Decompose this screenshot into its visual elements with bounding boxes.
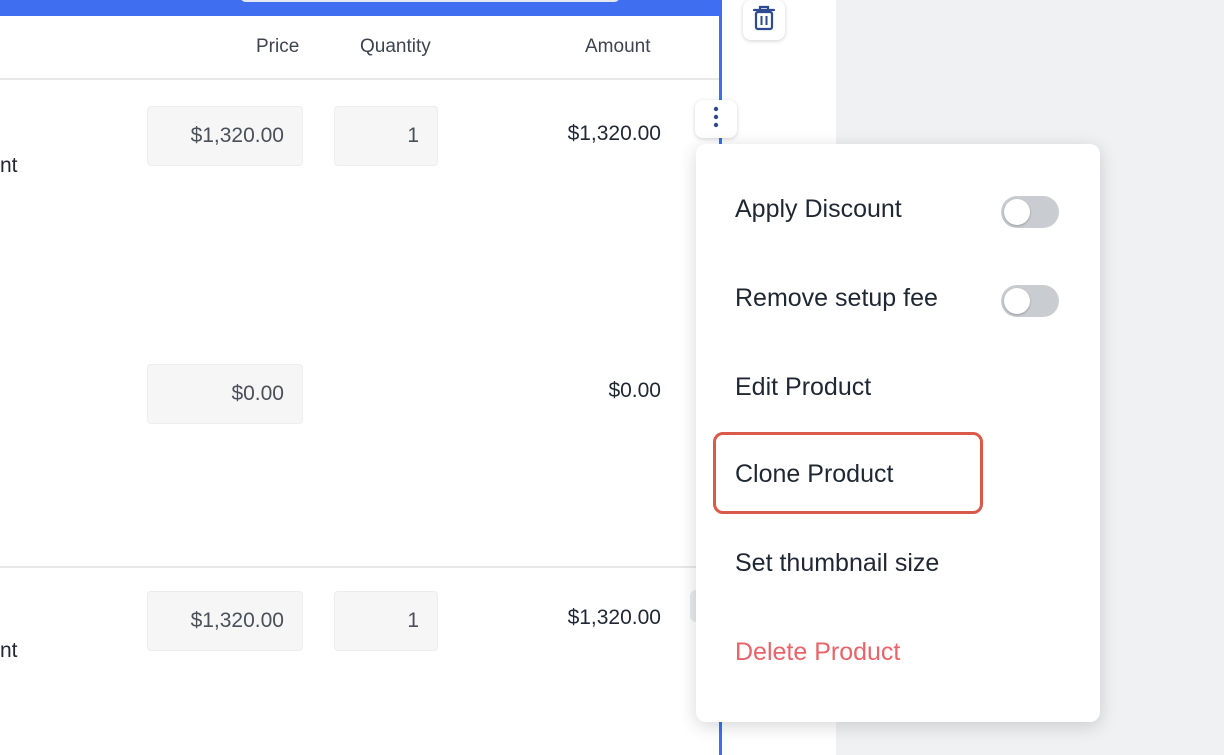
product-options-menu: Apply Discount Remove setup fee Edit Pro… bbox=[696, 144, 1100, 722]
selection-bar-pill bbox=[240, 0, 620, 2]
row-1-product-name: nt bbox=[0, 154, 18, 177]
menu-item-delete-product[interactable]: Delete Product bbox=[735, 638, 900, 667]
row-3-price-field[interactable]: $1,320.00 bbox=[147, 591, 303, 651]
row-1-amount: $1,320.00 bbox=[567, 122, 661, 145]
header-divider bbox=[0, 78, 719, 80]
menu-item-set-thumbnail-size[interactable]: Set thumbnail size bbox=[735, 549, 939, 578]
row-divider bbox=[0, 566, 719, 568]
column-header-price: Price bbox=[256, 36, 300, 57]
toggle-knob bbox=[1004, 288, 1030, 314]
row-options-button[interactable] bbox=[695, 100, 737, 138]
row-2-amount: $0.00 bbox=[608, 379, 661, 402]
remove-setup-fee-toggle[interactable] bbox=[1001, 285, 1059, 317]
row-2-price-field[interactable]: $0.00 bbox=[147, 364, 303, 424]
row-3-quantity-field[interactable]: 1 bbox=[334, 591, 438, 651]
delete-block-button[interactable] bbox=[743, 0, 785, 40]
column-header-amount: Amount bbox=[585, 36, 651, 57]
menu-item-edit-product[interactable]: Edit Product bbox=[735, 373, 871, 402]
row-3-amount: $1,320.00 bbox=[567, 606, 661, 629]
toggle-knob bbox=[1004, 199, 1030, 225]
row-1-quantity-field[interactable]: 1 bbox=[334, 106, 438, 166]
row-1-price-field[interactable]: $1,320.00 bbox=[147, 106, 303, 166]
menu-item-clone-product[interactable]: Clone Product bbox=[735, 460, 893, 489]
menu-item-remove-setup-fee[interactable]: Remove setup fee bbox=[735, 284, 938, 313]
selection-bar bbox=[0, 0, 722, 16]
menu-item-apply-discount[interactable]: Apply Discount bbox=[735, 195, 902, 224]
column-header-quantity: Quantity bbox=[360, 36, 431, 57]
row-3-product-name: nt bbox=[0, 639, 18, 662]
apply-discount-toggle[interactable] bbox=[1001, 196, 1059, 228]
trash-icon bbox=[752, 5, 776, 36]
more-vertical-icon bbox=[712, 106, 720, 133]
